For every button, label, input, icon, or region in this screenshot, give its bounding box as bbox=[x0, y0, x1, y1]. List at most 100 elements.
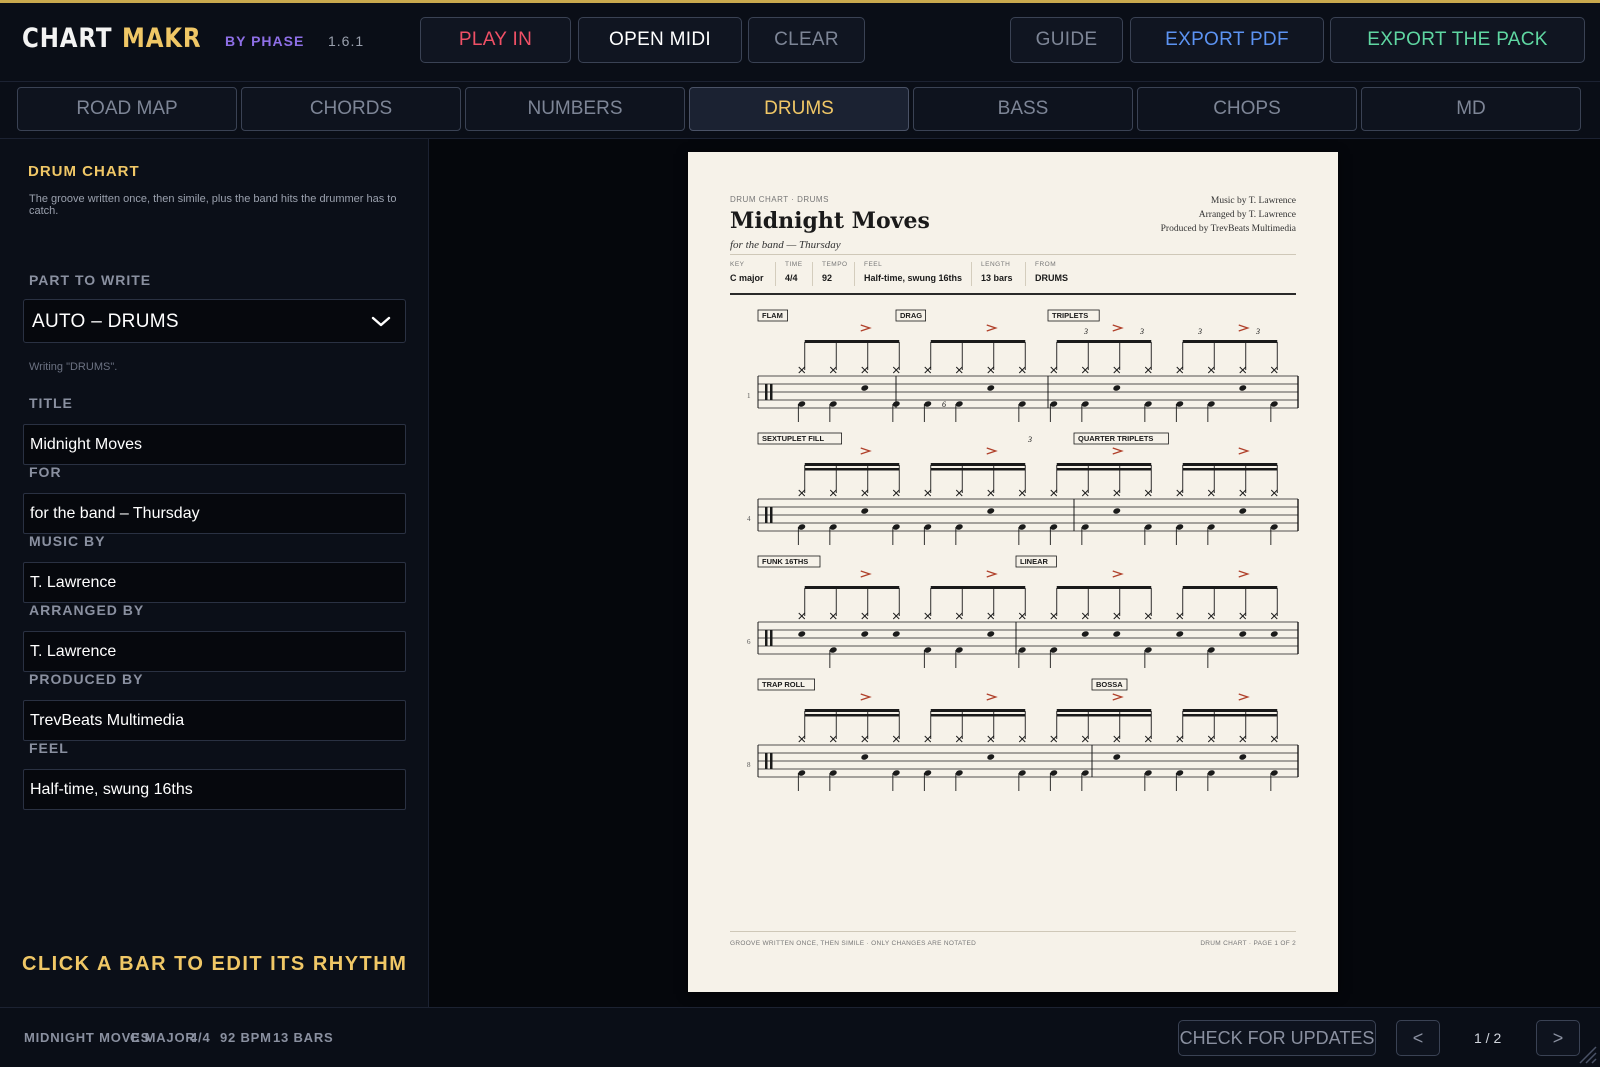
page-indicator: 1 / 2 bbox=[1474, 1030, 1502, 1046]
tuplet-number: 6 bbox=[942, 400, 946, 409]
clear-button[interactable]: CLEAR bbox=[748, 17, 865, 63]
accent-mark bbox=[986, 324, 998, 332]
tab-chops[interactable]: CHOPS bbox=[1137, 87, 1357, 131]
note-beam bbox=[930, 468, 1026, 471]
measure-number: 8 bbox=[747, 761, 751, 769]
feel-label: FEEL bbox=[29, 740, 69, 756]
part-select[interactable]: AUTO – DRUMS bbox=[23, 299, 406, 343]
feel-input[interactable] bbox=[23, 769, 406, 810]
tab-bar: ROAD MAP CHORDS NUMBERS DRUMS BASS CHOPS… bbox=[0, 82, 1600, 139]
accent-mark bbox=[860, 570, 872, 578]
accent-mark bbox=[1112, 570, 1124, 578]
logo-chart: CHART bbox=[22, 23, 113, 54]
snare-note bbox=[987, 631, 995, 637]
check-updates-button[interactable]: CHECK FOR UPDATES bbox=[1178, 1020, 1376, 1056]
drum-chart-page[interactable]: DRUM CHART · DRUMS Midnight Moves for th… bbox=[688, 152, 1338, 992]
section-label: DRAG bbox=[900, 311, 922, 320]
tab-road-map[interactable]: ROAD MAP bbox=[17, 87, 237, 131]
status-tempo: 92 BPM bbox=[220, 1030, 272, 1045]
sheet-footer-note: GROOVE WRITTEN ONCE, THEN SIMILE · ONLY … bbox=[730, 940, 977, 947]
snare-note bbox=[1113, 754, 1121, 760]
chevron-down-icon bbox=[371, 316, 391, 327]
app-header: CHART MAKR BY PHASE 1.6.1 PLAY IN OPEN M… bbox=[0, 3, 1600, 82]
note-beam bbox=[804, 463, 900, 466]
snare-note bbox=[987, 754, 995, 760]
accent-mark bbox=[1112, 324, 1124, 332]
measure-number: 4 bbox=[747, 515, 751, 523]
note-beam bbox=[1182, 709, 1278, 712]
note-beam bbox=[1182, 463, 1278, 466]
drum-notation[interactable]: 1 FLAM DRAG TRIPLETS 3 3 3 3 4 SEXTUPLET FILL QUAR… bbox=[688, 152, 1338, 852]
version-label: 1.6.1 bbox=[328, 33, 365, 49]
snare-note bbox=[1239, 385, 1247, 391]
for-input[interactable] bbox=[23, 493, 406, 534]
snare-note bbox=[1239, 754, 1247, 760]
snare-note bbox=[1113, 385, 1121, 391]
accent-mark bbox=[1238, 447, 1250, 455]
accent-mark bbox=[986, 447, 998, 455]
status-time: 4/4 bbox=[190, 1030, 211, 1045]
tuplet-number: 3 bbox=[1027, 435, 1032, 444]
measure-number: 6 bbox=[747, 638, 751, 646]
accent-mark bbox=[986, 693, 998, 701]
accent-mark bbox=[1112, 447, 1124, 455]
section-label: SEXTUPLET FILL bbox=[762, 434, 825, 443]
export-pack-button[interactable]: EXPORT THE PACK bbox=[1330, 17, 1585, 63]
note-beam bbox=[1182, 340, 1278, 343]
part-select-value: AUTO – DRUMS bbox=[32, 311, 179, 332]
guide-button[interactable]: GUIDE bbox=[1010, 17, 1123, 63]
section-label: BOSSA bbox=[1096, 680, 1123, 689]
snare-note bbox=[861, 508, 869, 514]
note-beam bbox=[1056, 586, 1152, 589]
snare-note bbox=[798, 631, 806, 637]
percussion-clef-icon bbox=[770, 384, 773, 400]
note-beam bbox=[1056, 709, 1152, 712]
snare-note bbox=[1270, 631, 1278, 637]
note-beam bbox=[930, 463, 1026, 466]
tuplet-number: 3 bbox=[1083, 327, 1088, 336]
snare-note bbox=[861, 754, 869, 760]
prev-page-button[interactable]: < bbox=[1396, 1020, 1440, 1056]
accent-mark bbox=[1238, 693, 1250, 701]
produced-by-label: PRODUCED BY bbox=[29, 671, 144, 687]
section-label: QUARTER TRIPLETS bbox=[1078, 434, 1153, 443]
snare-note bbox=[987, 508, 995, 514]
export-pdf-button[interactable]: EXPORT PDF bbox=[1130, 17, 1324, 63]
tuplet-number: 3 bbox=[1139, 327, 1144, 336]
note-beam bbox=[1056, 340, 1152, 343]
music-by-input[interactable] bbox=[23, 562, 406, 603]
tab-numbers[interactable]: NUMBERS bbox=[465, 87, 685, 131]
music-by-label: MUSIC BY bbox=[29, 533, 106, 549]
tab-chords[interactable]: CHORDS bbox=[241, 87, 461, 131]
note-beam bbox=[804, 586, 900, 589]
play-in-button[interactable]: PLAY IN bbox=[420, 17, 571, 63]
note-beam bbox=[930, 586, 1026, 589]
title-input[interactable] bbox=[23, 424, 406, 465]
arranged-by-input[interactable] bbox=[23, 631, 406, 672]
panel-description: The groove written once, then simile, pl… bbox=[29, 193, 397, 217]
section-label: LINEAR bbox=[1020, 557, 1049, 566]
arranged-by-label: ARRANGED BY bbox=[29, 602, 145, 618]
status-bar: MIDNIGHT MOVES C MAJOR 4/4 92 BPM 13 BAR… bbox=[0, 1007, 1600, 1067]
note-beam bbox=[1056, 468, 1152, 471]
produced-by-input[interactable] bbox=[23, 700, 406, 741]
accent-mark bbox=[1238, 324, 1250, 332]
note-beam bbox=[804, 714, 900, 717]
resize-grip-icon[interactable] bbox=[1574, 1041, 1598, 1065]
percussion-clef-icon bbox=[765, 630, 768, 646]
snare-note bbox=[987, 385, 995, 391]
snare-note bbox=[861, 631, 869, 637]
note-beam bbox=[804, 340, 900, 343]
section-label: TRAP ROLL bbox=[762, 680, 805, 689]
accent-mark bbox=[860, 324, 872, 332]
status-key: C MAJOR bbox=[130, 1030, 196, 1045]
tab-drums[interactable]: DRUMS bbox=[689, 87, 909, 131]
tuplet-number: 3 bbox=[1197, 327, 1202, 336]
tab-md[interactable]: MD bbox=[1361, 87, 1581, 131]
open-midi-button[interactable]: OPEN MIDI bbox=[578, 17, 742, 63]
accent-mark bbox=[1238, 570, 1250, 578]
percussion-clef-icon bbox=[765, 384, 768, 400]
edit-panel: DRUM CHART The groove written once, then… bbox=[0, 139, 429, 1007]
accent-mark bbox=[860, 447, 872, 455]
tab-bass[interactable]: BASS bbox=[913, 87, 1133, 131]
